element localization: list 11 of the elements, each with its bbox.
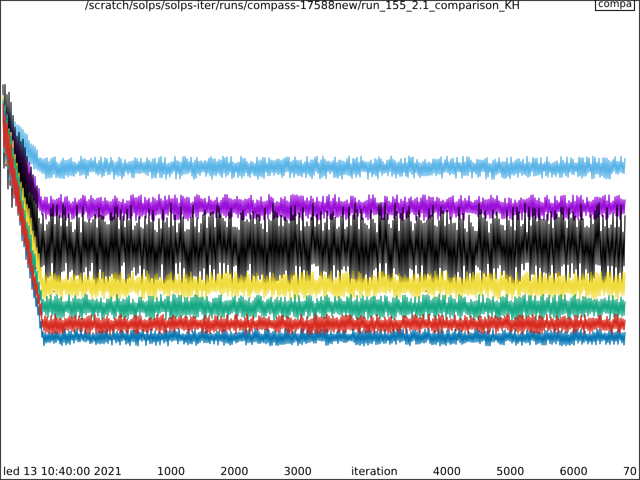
- x-tick-label: 6000: [560, 465, 588, 478]
- x-axis-label: iteration: [351, 465, 398, 478]
- x-tick-label: 2000: [220, 465, 248, 478]
- legend: compa: [595, 0, 635, 11]
- x-tick-label: 5000: [496, 465, 524, 478]
- plot-title: /scratch/solps/solps-iter/runs/compass-17588new/run_155_2.1_comparison_KH: [85, 1, 520, 11]
- x-tick-label: 70: [622, 465, 637, 478]
- x-tick-label: 4000: [432, 465, 461, 478]
- x-tick-label: 1000: [157, 465, 186, 478]
- timestamp-text: led 13 10:40:00 2021: [3, 465, 122, 478]
- x-tick-label: 3000: [284, 465, 312, 478]
